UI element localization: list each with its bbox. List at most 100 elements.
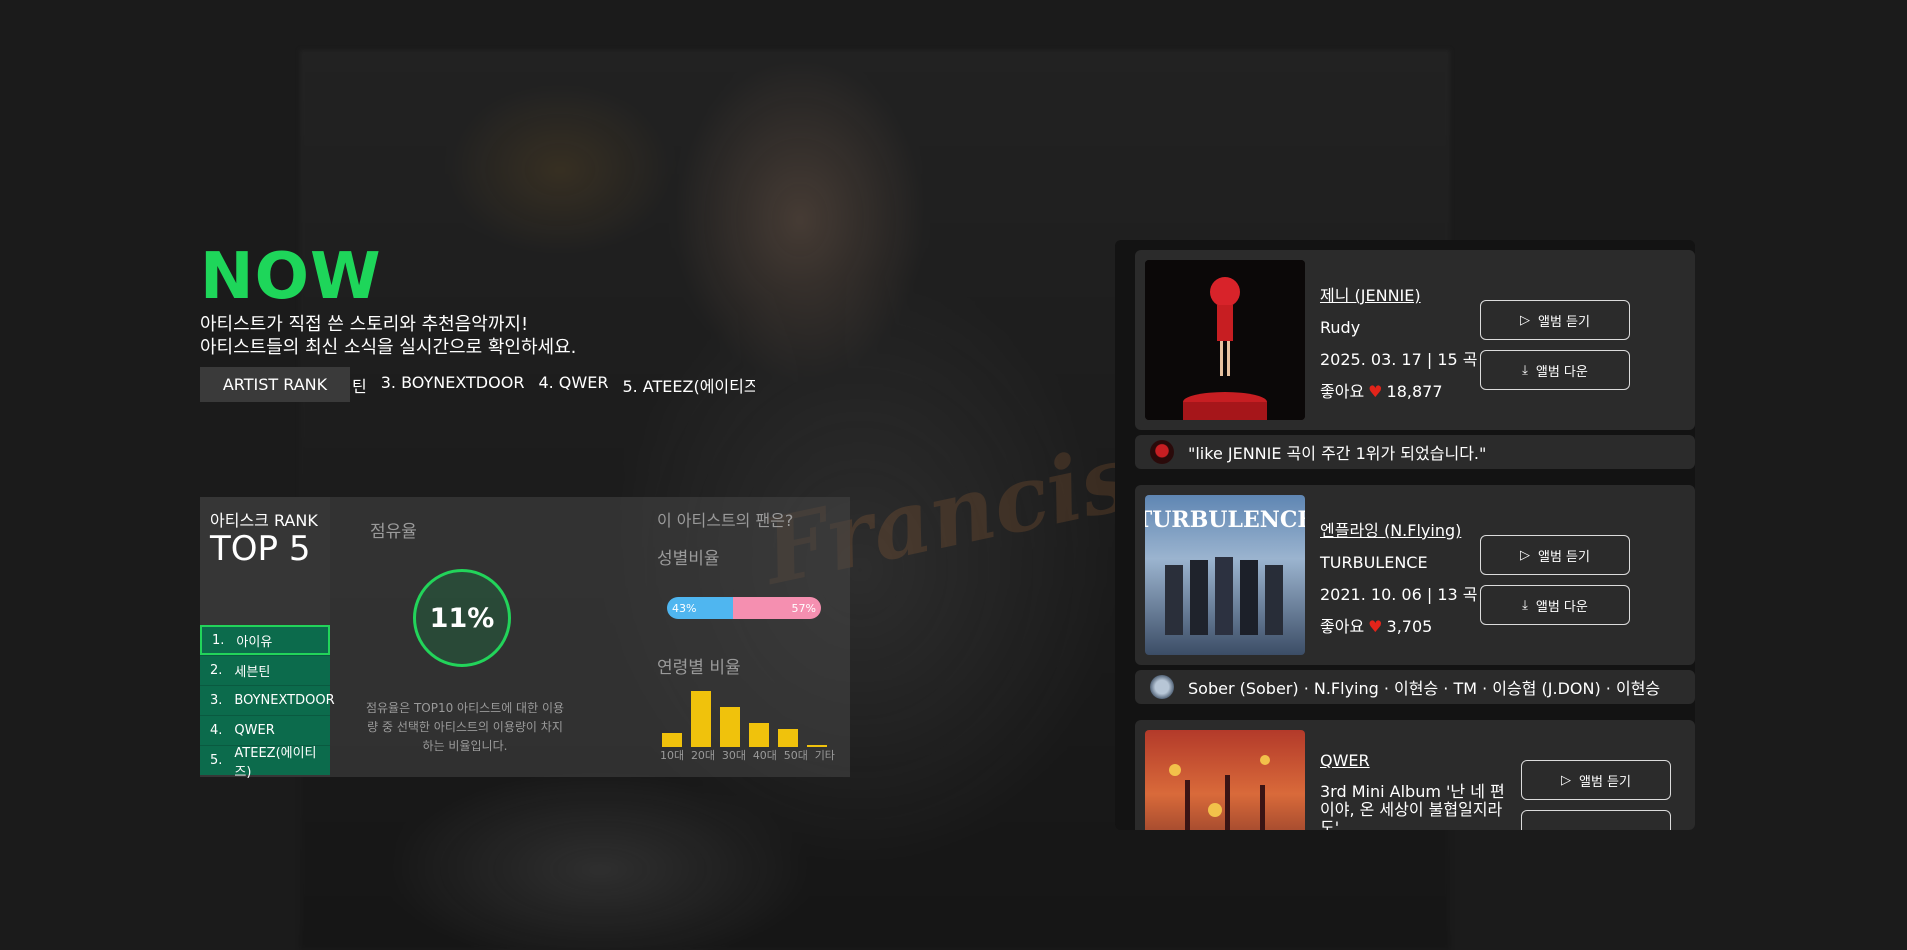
avatar: [1150, 675, 1174, 699]
rank-item-5[interactable]: 5. ATEEZ(에이티즈): [200, 745, 330, 780]
rank-item-2[interactable]: 2. 세븐틴: [200, 655, 330, 685]
rank-number: 1.: [212, 632, 225, 648]
intro-text: 아티스트가 직접 쓴 스토리와 추천음악까지! 아티스트들의 최신 소식을 실시…: [200, 313, 576, 359]
quote-text: Sober (Sober) · N.Flying · 이현승 · TM · 이승…: [1188, 679, 1661, 698]
listen-album-button[interactable]: ▷ 앨범 듣기: [1480, 535, 1630, 575]
male-segment: 43%: [667, 597, 734, 619]
album-cover-art: TURBULENCE: [1145, 507, 1305, 635]
share-description: 점유율은 TOP10 아티스트에 대한 이용량 중 선택한 아티스트의 이용량이…: [365, 701, 565, 753]
listen-album-label: 앨범 듣기: [1579, 774, 1631, 790]
likes: 좋아요 ♥ 18,877: [1320, 376, 1478, 408]
album-cover-art: [1145, 260, 1305, 420]
age-label: 40대: [752, 749, 777, 762]
age-label: 50대: [783, 749, 808, 762]
rank-item-1[interactable]: 1. 아이유: [200, 625, 330, 655]
album-title: 3rd Mini Album '난 네 편이야, 온 세상이 불협일지라도': [1320, 782, 1505, 831]
likes-label: 좋아요: [1320, 382, 1365, 401]
ticker-item[interactable]: 3. BOYNEXTDOOR: [381, 373, 525, 397]
gender-ratio-bar: 43% 57%: [667, 597, 821, 619]
album-title: Rudy: [1320, 318, 1361, 337]
album-info: 엔플라잉 (N.Flying) TURBULENCE 2021. 10. 06 …: [1320, 515, 1478, 643]
artist-quote-bar[interactable]: Sober (Sober) · N.Flying · 이현승 · TM · 이승…: [1135, 670, 1695, 704]
rank-name: ATEEZ(에이티즈): [234, 745, 317, 780]
svg-text:TURBULENCE: TURBULENCE: [1145, 507, 1305, 533]
rank-item-3[interactable]: 3. BOYNEXTDOOR: [200, 685, 335, 715]
listen-album-button[interactable]: ▷ 앨범 듣기: [1521, 760, 1671, 800]
download-album-button[interactable]: ⤓ 앨범 다운: [1480, 585, 1630, 625]
ticker-item[interactable]: 틴: [352, 373, 367, 397]
rank-ticker: 틴 3. BOYNEXTDOOR 4. QWER 5. ATEEZ(에이티즈) …: [350, 373, 755, 397]
listen-album-label: 앨범 듣기: [1538, 549, 1590, 565]
age-bar: [720, 707, 740, 747]
rank-number: 4.: [210, 723, 223, 738]
album-card: QWER 3rd Mini Album '난 네 편이야, 온 세상이 불협일지…: [1135, 720, 1695, 830]
album-cover-art: [1169, 755, 1270, 830]
album-panel[interactable]: 제니 (JENNIE) Rudy 2025. 03. 17 | 15 곡 좋아요…: [1115, 240, 1695, 830]
download-icon: ⤓: [1522, 362, 1528, 378]
share-circle: 11%: [413, 569, 511, 667]
download-album-button[interactable]: [1521, 810, 1671, 830]
artist-link[interactable]: 제니 (JENNIE): [1320, 280, 1478, 312]
intro-line-2: 아티스트들의 최신 소식을 실시간으로 확인하세요.: [200, 337, 577, 358]
listen-album-button[interactable]: ▷ 앨범 듣기: [1480, 300, 1630, 340]
age-bar-chart: [662, 691, 827, 747]
age-bar: [749, 723, 769, 747]
album-cover[interactable]: TURBULENCE: [1145, 495, 1305, 655]
age-title: 연령별 비율: [657, 658, 741, 678]
top-label: TOP 5: [210, 529, 311, 569]
heart-icon[interactable]: ♥: [1368, 382, 1382, 401]
play-icon: ▷: [1520, 547, 1530, 563]
artist-rank-button[interactable]: ARTIST RANK: [200, 367, 350, 402]
likes-count: 18,877: [1386, 382, 1443, 401]
heart-icon[interactable]: ♥: [1368, 617, 1382, 636]
artist-stats-card: 아티스크 RANK TOP 5 1. 아이유 2. 세븐틴 3. BOYNEXTDOO…: [200, 497, 850, 780]
age-label: 20대: [690, 749, 716, 762]
download-icon: ⤓: [1522, 597, 1528, 613]
age-bar: [662, 733, 682, 747]
rank-name: BOYNEXTDOOR: [234, 693, 335, 708]
age-bar: [778, 729, 798, 747]
artist-link[interactable]: 엔플라잉 (N.Flying): [1320, 515, 1478, 547]
artist-quote-bar[interactable]: "like JENNIE 곡이 주간 1위가 되었습니다.": [1135, 435, 1695, 469]
download-album-button[interactable]: ⤓ 앨범 다운: [1480, 350, 1630, 390]
artist-link[interactable]: QWER: [1320, 745, 1510, 777]
play-icon: ▷: [1561, 772, 1571, 788]
download-album-label: 앨범 다운: [1535, 599, 1588, 615]
likes: 좋아요 ♥ 3,705: [1320, 611, 1478, 643]
quote-text: "like JENNIE 곡이 주간 1위가 되었습니다.": [1188, 444, 1487, 463]
female-segment: 57%: [733, 597, 821, 619]
intro-line-1: 아티스트가 직접 쓴 스토리와 추천음악까지!: [200, 314, 529, 335]
rank-column: 아티스크 RANK TOP 5 1. 아이유 2. 세븐틴 3. BOYNEXTDOO…: [200, 497, 335, 780]
gender-title: 성별비율: [657, 549, 720, 569]
album-cover[interactable]: [1145, 260, 1305, 420]
age-bar: [691, 691, 711, 747]
share-title: 점유율: [370, 522, 417, 542]
ticker-item[interactable]: 4. QWER: [538, 373, 608, 397]
rank-number: 3.: [210, 693, 223, 708]
rank-number: 5.: [210, 753, 223, 768]
artist-rank-bar: ARTIST RANK 틴 3. BOYNEXTDOOR 4. QWER 5. …: [200, 367, 755, 402]
rank-name: 세븐틴: [234, 665, 271, 680]
listen-album-label: 앨범 듣기: [1538, 314, 1590, 330]
likes-count: 3,705: [1386, 617, 1433, 636]
album-info: QWER 3rd Mini Album '난 네 편이야, 온 세상이 불협일지…: [1320, 750, 1510, 830]
page-title: NOW: [200, 240, 382, 314]
rank-number: 2.: [210, 663, 223, 678]
age-labels: 10대 20대 30대 40대 50대 기타: [660, 747, 835, 763]
rank-label: 아티스크 RANK: [210, 511, 318, 530]
avatar: [1150, 440, 1174, 464]
download-album-label: 앨범 다운: [1535, 364, 1588, 380]
album-card: TURBULENCE 엔플라잉 (N.Flying) TURBULENCE 20…: [1135, 485, 1695, 665]
age-label: 기타: [814, 749, 835, 762]
age-label: 30대: [721, 749, 746, 762]
ticker-item[interactable]: 5. ATEEZ(에이티즈): [622, 373, 755, 397]
album-cover[interactable]: [1145, 730, 1305, 830]
fan-question: 이 아티스트의 팬은?: [657, 511, 794, 530]
rank-list: 1. 아이유 2. 세븐틴 3. BOYNEXTDOOR 4. QWER 5. ATEEZ…: [200, 625, 335, 780]
rank-name: 아이유: [236, 634, 273, 650]
album-info: 제니 (JENNIE) Rudy 2025. 03. 17 | 15 곡 좋아요…: [1320, 280, 1478, 408]
rank-name: QWER: [234, 723, 275, 738]
album-meta: 2025. 03. 17 | 15 곡: [1320, 350, 1478, 369]
rank-item-4[interactable]: 4. QWER: [200, 715, 330, 745]
album-card: 제니 (JENNIE) Rudy 2025. 03. 17 | 15 곡 좋아요…: [1135, 250, 1695, 430]
